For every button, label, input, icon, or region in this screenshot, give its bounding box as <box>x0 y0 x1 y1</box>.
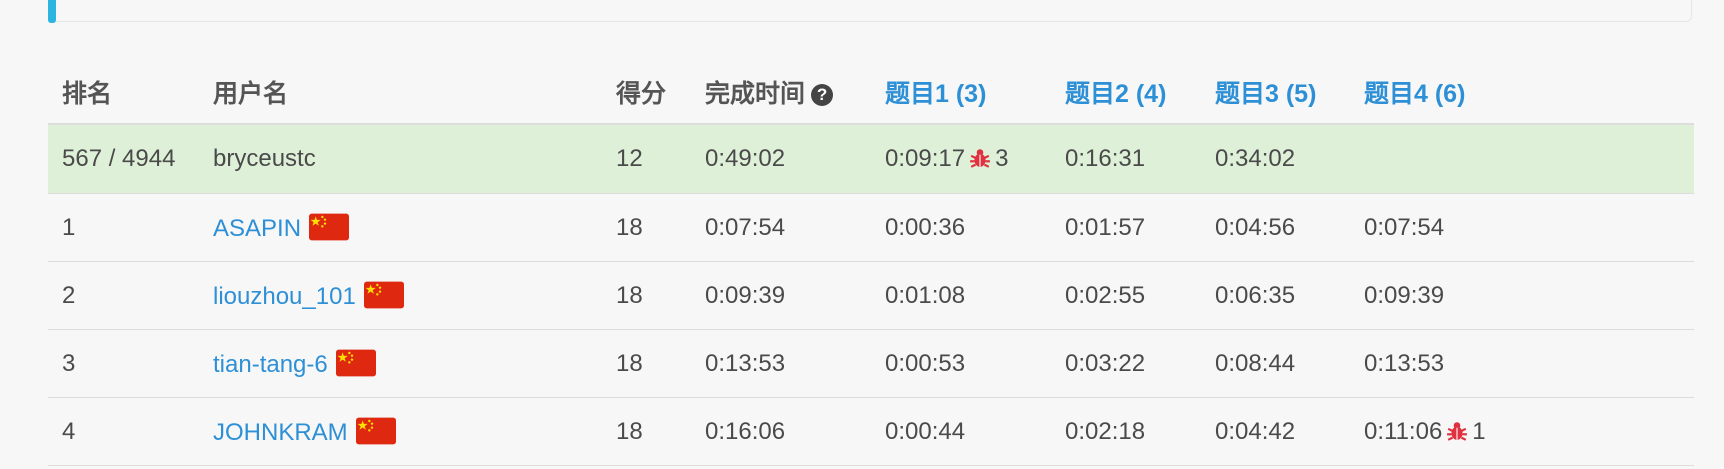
table-row: 1 ASAPIN 18 0:07:54 0:00:36 0:01:57 0:04… <box>48 193 1694 262</box>
rank-cell: 4 <box>48 397 213 466</box>
question-circle-icon[interactable]: ? <box>811 84 834 106</box>
q2-cell: 0:01:57 <box>1065 193 1215 262</box>
my-rank-row: 567 / 4944 bryceustc 12 0:49:02 0:09:17 3… <box>48 124 1694 194</box>
username-cell: ASAPIN <box>213 193 616 262</box>
q1-cell: 0:00:44 <box>885 397 1065 466</box>
china-flag-icon <box>355 416 396 446</box>
score-cell: 18 <box>616 329 705 398</box>
q1-cell: 0:00:36 <box>885 193 1065 262</box>
table-row: 2 liouzhou_101 18 0:09:39 0:01:08 0:02:5… <box>48 261 1694 330</box>
score-cell: 12 <box>616 124 705 194</box>
q3-cell: 0:08:44 <box>1215 329 1364 398</box>
score-cell: 18 <box>616 397 705 466</box>
finish-time-cell: 0:09:39 <box>705 261 885 330</box>
q3-cell: 0:04:42 <box>1215 397 1364 466</box>
q4-cell <box>1364 124 1694 194</box>
username-header: 用户名 <box>213 61 616 125</box>
q2-cell: 0:02:18 <box>1065 397 1215 466</box>
finish-time-cell: 0:07:54 <box>705 193 885 262</box>
q2-cell: 0:02:55 <box>1065 261 1215 330</box>
table-row: 3 tian-tang-6 18 0:13:53 0:00:53 0:03:22… <box>48 329 1694 398</box>
q2-cell: 0:03:22 <box>1065 329 1215 398</box>
bug-icon <box>1447 421 1468 441</box>
table-header-row: 排名 用户名 得分 完成时间? 题目1 (3) 题目2 (4) 题目3 (5) … <box>48 61 1694 125</box>
bug-icon <box>970 149 990 168</box>
q4-cell: 0:07:54 <box>1364 193 1694 262</box>
question-2-header[interactable]: 题目2 (4) <box>1065 61 1215 125</box>
contest-info-card <box>48 0 1692 23</box>
user-link[interactable]: tian-tang-6 <box>213 351 328 378</box>
q2-cell: 0:16:31 <box>1065 124 1215 194</box>
score-header: 得分 <box>616 61 705 125</box>
user-link[interactable]: JOHNKRAM <box>213 419 348 446</box>
q1-cell: 0:09:17 3 <box>885 124 1065 194</box>
question-1-header[interactable]: 题目1 (3) <box>885 61 1065 125</box>
rank-cell: 1 <box>48 193 213 262</box>
user-link[interactable]: ASAPIN <box>213 215 301 242</box>
finish-time-label: 完成时间 <box>705 80 806 108</box>
q1-time: 0:09:17 <box>885 145 966 172</box>
rank-cell: 3 <box>48 329 213 398</box>
q1-wrong-count: 3 <box>995 145 1009 172</box>
username-cell: bryceustc <box>213 124 616 194</box>
q4-wrong-count: 1 <box>1472 417 1486 445</box>
china-flag-icon <box>309 212 350 242</box>
q4-cell: 0:09:39 <box>1364 261 1694 330</box>
rank-header: 排名 <box>48 61 213 125</box>
score-cell: 18 <box>616 193 705 262</box>
china-flag-icon <box>363 280 404 310</box>
q1-cell: 0:00:53 <box>885 329 1065 398</box>
finish-time-cell: 0:16:06 <box>705 397 885 466</box>
username-cell: liouzhou_101 <box>213 261 616 330</box>
table-row: 4 JOHNKRAM 18 0:16:06 0:00:44 0:02:18 0:… <box>48 397 1694 466</box>
username-cell: tian-tang-6 <box>213 329 616 398</box>
q3-cell: 0:34:02 <box>1215 124 1364 194</box>
q4-cell: 0:11:06 1 <box>1364 397 1694 466</box>
card-accent-bar <box>48 0 56 23</box>
finish-time-cell: 0:49:02 <box>705 124 885 194</box>
question-4-header[interactable]: 题目4 (6) <box>1364 61 1694 125</box>
q4-time: 0:11:06 <box>1364 417 1443 445</box>
ranking-table: 排名 用户名 得分 完成时间? 题目1 (3) 题目2 (4) 题目3 (5) … <box>48 61 1694 466</box>
rank-cell: 567 / 4944 <box>48 124 213 194</box>
q3-cell: 0:04:56 <box>1215 193 1364 262</box>
q4-cell: 0:13:53 <box>1364 329 1694 398</box>
score-cell: 18 <box>616 261 705 330</box>
finish-time-header: 完成时间? <box>705 61 885 125</box>
q1-cell: 0:01:08 <box>885 261 1065 330</box>
user-link[interactable]: liouzhou_101 <box>213 283 356 310</box>
china-flag-icon <box>335 348 376 378</box>
finish-time-cell: 0:13:53 <box>705 329 885 398</box>
q3-cell: 0:06:35 <box>1215 261 1364 330</box>
rank-cell: 2 <box>48 261 213 330</box>
question-3-header[interactable]: 题目3 (5) <box>1215 61 1364 125</box>
username-cell: JOHNKRAM <box>213 397 616 466</box>
